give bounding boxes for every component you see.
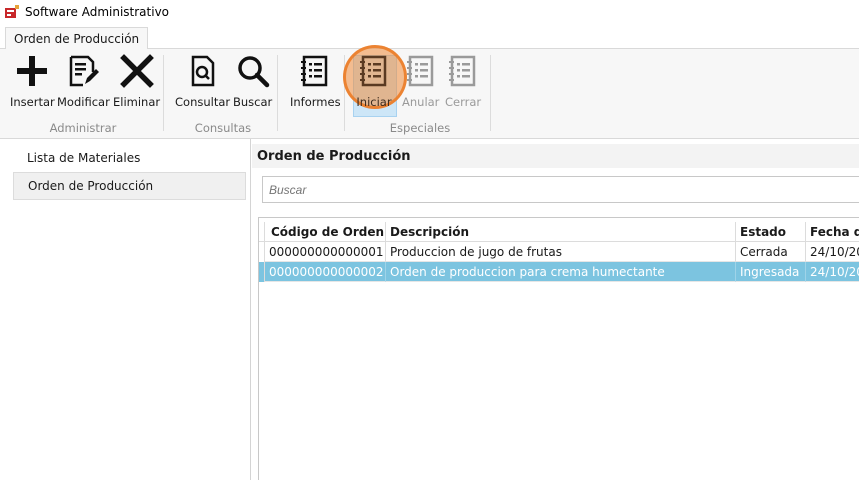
table-row-selected[interactable]: 000000000000002 Orden de produccion para… [259, 262, 859, 282]
window-title: Software Administrativo [25, 5, 170, 19]
sidebar-item-label: Lista de Materiales [27, 151, 141, 165]
search-input[interactable] [262, 176, 859, 203]
column-header-descripcion[interactable]: Descripción [386, 222, 736, 242]
close-x-icon [119, 53, 155, 89]
insertar-label: Insertar [10, 95, 55, 109]
cell-estado: Cerrada [736, 242, 806, 262]
table-header-row: Código de Orden Descripción Estado Fecha… [259, 222, 859, 242]
group-label-especiales: Especiales [389, 121, 451, 135]
modificar-button[interactable]: Modificar [57, 53, 110, 113]
notebook-icon [297, 53, 333, 89]
cerrar-button[interactable]: Cerrar [445, 53, 481, 113]
app-logo-icon [4, 4, 20, 20]
column-header-fecha[interactable]: Fecha de [806, 222, 859, 242]
sidebar-item-orden-de-produccion[interactable]: Orden de Producción [13, 172, 246, 200]
main-panel: Orden de Producción Código de Orden Desc… [252, 139, 859, 480]
table-row[interactable]: 000000000000001 Produccion de jugo de fr… [259, 242, 859, 262]
cell-fecha: 24/10/202 [806, 262, 859, 282]
orders-table: Código de Orden Descripción Estado Fecha… [258, 217, 859, 480]
edit-document-icon [65, 53, 101, 89]
informes-button[interactable]: Informes [290, 53, 341, 113]
column-header-estado[interactable]: Estado [736, 222, 806, 242]
insertar-button[interactable]: Insertar [10, 53, 55, 113]
cell-descripcion: Orden de produccion para crema humectant… [386, 262, 736, 282]
cell-estado: Ingresada [736, 262, 806, 282]
iniciar-label: Iniciar [356, 95, 392, 109]
ribbon-tab-strip: Orden de Producción [0, 24, 859, 50]
cell-codigo: 000000000000001 [265, 242, 386, 262]
sidebar-item-lista-de-materiales[interactable]: Lista de Materiales [13, 144, 246, 172]
anular-label: Anular [402, 95, 440, 109]
page-title: Orden de Producción [252, 144, 859, 168]
eliminar-label: Eliminar [113, 95, 161, 109]
consultar-button[interactable]: Consultar [175, 53, 230, 113]
buscar-label: Buscar [233, 95, 273, 109]
ribbon-toolbar: Insertar Modificar Eliminar Consultar Bu… [0, 45, 859, 139]
notebook-start-icon [356, 53, 392, 89]
group-separator [490, 55, 491, 131]
search-icon [235, 53, 271, 89]
informes-label: Informes [290, 95, 341, 109]
group-separator [277, 55, 278, 131]
cell-fecha: 24/10/202 [806, 242, 859, 262]
cell-codigo: 000000000000002 [265, 262, 386, 282]
group-label-consultas: Consultas [194, 121, 252, 135]
group-separator [163, 55, 164, 131]
tab-orden-de-produccion[interactable]: Orden de Producción [5, 27, 149, 50]
cerrar-label: Cerrar [445, 95, 482, 109]
notebook-close-icon [445, 53, 481, 89]
anular-button[interactable]: Anular [402, 53, 439, 113]
cell-descripcion: Produccion de jugo de frutas [386, 242, 736, 262]
eliminar-button[interactable]: Eliminar [113, 53, 160, 113]
buscar-button[interactable]: Buscar [233, 53, 272, 113]
column-header-codigo[interactable]: Código de Orden [265, 222, 386, 242]
plus-icon [14, 53, 50, 89]
sidebar: Lista de Materiales Orden de Producción [0, 139, 251, 480]
group-label-administrar: Administrar [49, 121, 117, 135]
notebook-cancel-icon [403, 53, 439, 89]
consultar-label: Consultar [175, 95, 231, 109]
sidebar-item-label: Orden de Producción [28, 179, 154, 193]
title-bar: Software Administrativo [0, 0, 859, 24]
document-search-icon [185, 53, 221, 89]
modificar-label: Modificar [57, 95, 110, 109]
iniciar-button[interactable]: Iniciar [356, 53, 392, 113]
